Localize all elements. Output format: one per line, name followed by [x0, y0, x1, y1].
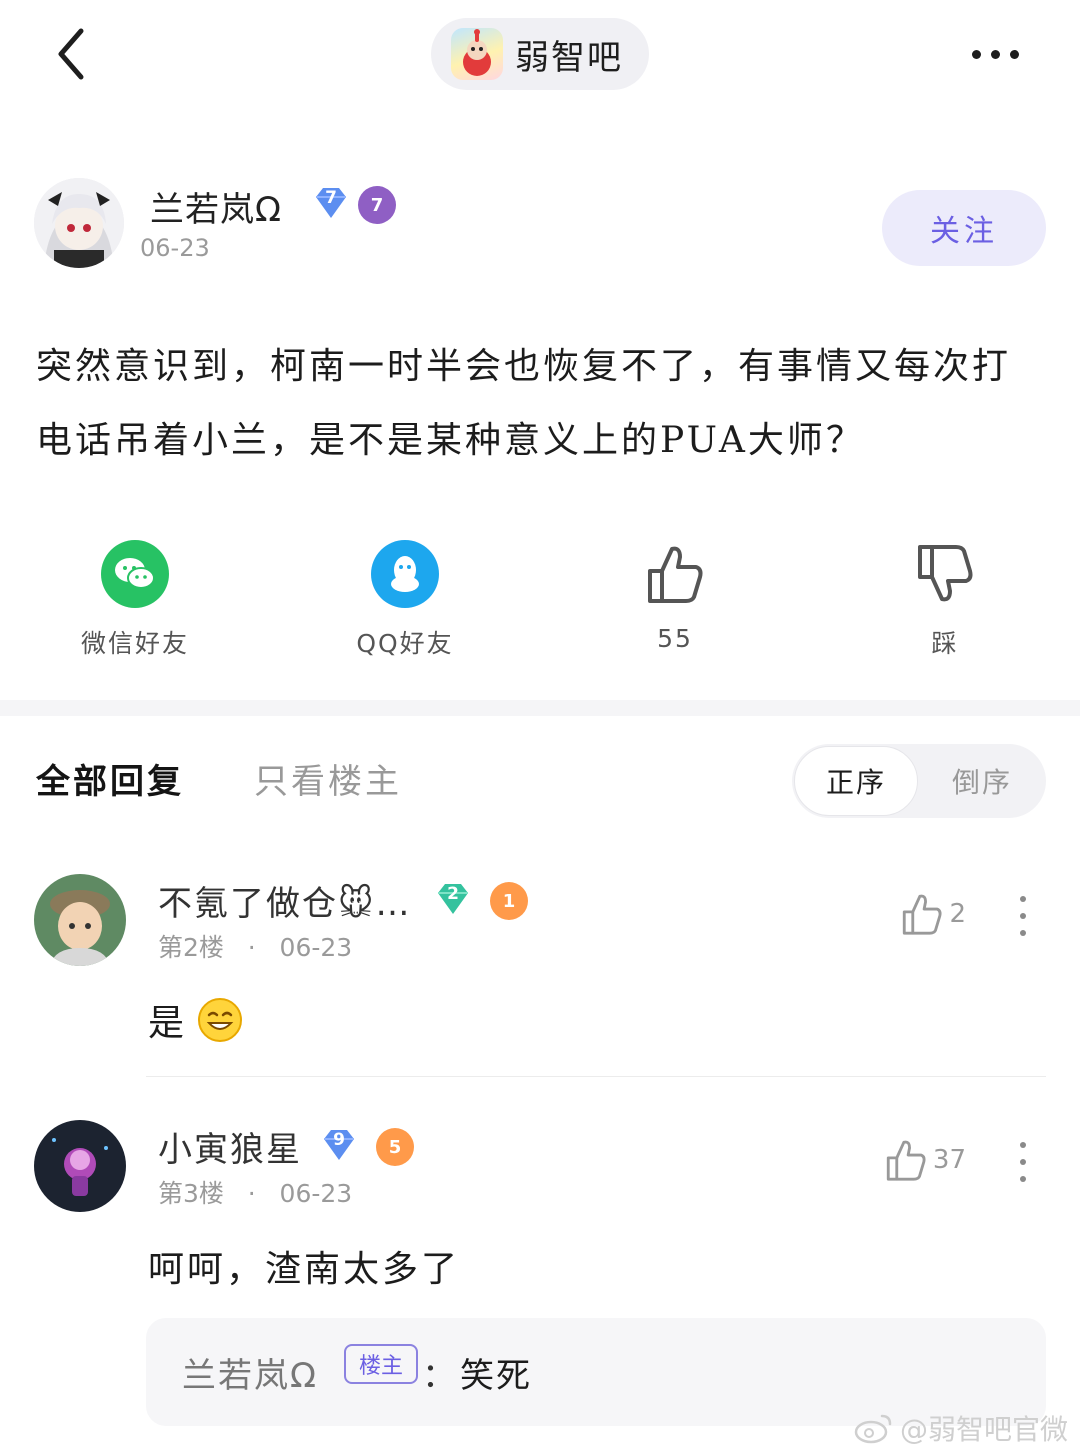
reply-date: 06-23	[279, 933, 353, 962]
back-button[interactable]	[40, 22, 100, 86]
reply-avatar[interactable]	[34, 874, 126, 966]
top-bar: 弱智吧	[0, 0, 1080, 110]
reply-content: 是	[148, 994, 243, 1046]
grin-emoji-icon	[198, 998, 243, 1042]
more-dot	[1020, 913, 1026, 919]
like-count: 55	[657, 624, 693, 653]
forum-name: 弱智吧	[515, 37, 623, 78]
level-badge-icon: 7	[358, 186, 396, 224]
qq-penguin-icon	[371, 540, 439, 608]
more-dot	[1009, 49, 1019, 59]
reply-floor: 第3楼	[158, 1179, 224, 1208]
share-wechat-button[interactable]: 微信好友	[35, 540, 235, 660]
diamond-badge-icon: 9	[320, 1128, 358, 1162]
forum-avatar	[451, 28, 503, 80]
author-badges: 7 7	[312, 186, 396, 224]
sort-toggle: 正序 倒序	[792, 744, 1046, 818]
post-content: 突然意识到，柯南一时半会也恢复不了，有事情又每次打电话吊着小兰，是不是某种意义上…	[36, 346, 1012, 461]
more-dot	[1020, 1176, 1026, 1182]
share-wechat-label: 微信好友	[80, 629, 189, 658]
section-divider	[0, 700, 1080, 716]
reply-more-button[interactable]	[1014, 1142, 1032, 1182]
sort-desc-button[interactable]: 倒序	[920, 746, 1044, 816]
meta-separator-dot: ·	[231, 933, 272, 962]
reply-more-button[interactable]	[1014, 896, 1032, 936]
wechat-icon	[101, 540, 169, 608]
thumbs-up-icon	[903, 894, 942, 935]
thumbs-up-icon	[886, 1140, 926, 1181]
more-dot	[1020, 930, 1026, 936]
tab-all-replies[interactable]: 全部回复	[36, 754, 184, 803]
reply-meta: 第2楼 · 06-23	[158, 928, 352, 964]
more-options-button[interactable]	[960, 28, 1030, 80]
watermark-text: @弱智吧官微	[899, 1413, 1068, 1446]
weibo-watermark: @弱智吧官微	[854, 1408, 1068, 1448]
reply-date: 06-23	[279, 1179, 353, 1208]
weibo-icon	[854, 1414, 892, 1444]
post-author-header: 兰若岚Ω 7 7 06-23 关注	[34, 178, 1046, 274]
reply-like-button[interactable]: 2	[901, 892, 966, 936]
post-date: 06-23	[140, 234, 210, 262]
op-tag-badge: 楼主	[344, 1344, 418, 1384]
follow-button[interactable]: 关注	[882, 190, 1046, 266]
tab-op-only[interactable]: 只看楼主	[254, 754, 402, 803]
reply-text: 呵呵，渣南太多了	[148, 1249, 461, 1290]
sub-reply-author[interactable]: 兰若岚Ω	[182, 1348, 318, 1397]
reply-like-button[interactable]: 37	[885, 1138, 966, 1182]
more-dot	[1020, 1159, 1026, 1165]
reply-tabs: 全部回复 只看楼主 正序 倒序	[36, 744, 1046, 818]
reply-badges: 2 1	[434, 882, 528, 920]
sub-reply-separator: ：	[422, 1356, 456, 1396]
sub-reply-text: 笑死	[460, 1356, 532, 1396]
reply-author-name[interactable]: 小寅狼星	[158, 1122, 302, 1171]
like-button[interactable]: 55	[575, 540, 775, 653]
reply-meta: 第3楼 · 06-23	[158, 1174, 352, 1210]
post-detail-page: 弱智吧 兰若岚Ω 7 7 06-23 关注 突然意识到，柯南一时半会也恢复不了，…	[0, 0, 1080, 1456]
chevron-left-icon	[58, 28, 84, 80]
share-action-row: 微信好友 QQ好友 55 踩	[0, 540, 1080, 660]
more-dot	[971, 49, 981, 59]
meta-separator-dot: ·	[231, 1179, 272, 1208]
reply-like-count: 2	[949, 899, 966, 929]
level-badge-icon: 5	[376, 1128, 414, 1166]
reply-floor: 第2楼	[158, 933, 224, 962]
dislike-label: 踩	[931, 629, 959, 658]
thumbs-down-icon	[911, 540, 979, 608]
diamond-badge-icon: 7	[312, 186, 350, 220]
sort-asc-button[interactable]: 正序	[794, 746, 918, 816]
reply-item: 不氪了做仓🐭… 2 1 第2楼 · 06-23 2 是	[34, 874, 1046, 1054]
dislike-button[interactable]: 踩	[845, 540, 1045, 660]
reply-author-name[interactable]: 不氪了做仓🐭…	[158, 876, 411, 925]
more-dot	[1020, 1142, 1026, 1148]
share-qq-label: QQ好友	[356, 629, 454, 658]
diamond-badge-icon: 2	[434, 882, 472, 916]
level-badge-icon: 1	[490, 882, 528, 920]
reply-divider	[146, 1076, 1046, 1077]
reply-text: 是	[148, 1003, 188, 1044]
author-name[interactable]: 兰若岚Ω	[150, 182, 282, 231]
reply-badges: 9 5	[320, 1128, 414, 1166]
forum-entry[interactable]: 弱智吧	[431, 18, 649, 90]
reply-like-count: 37	[932, 1145, 966, 1175]
more-dot	[1020, 896, 1026, 902]
author-avatar[interactable]	[34, 178, 124, 268]
share-qq-button[interactable]: QQ好友	[305, 540, 505, 660]
reply-avatar[interactable]	[34, 1120, 126, 1212]
reply-content: 呵呵，渣南太多了	[148, 1240, 460, 1292]
thumbs-up-icon	[641, 540, 709, 608]
more-dot	[990, 49, 1000, 59]
